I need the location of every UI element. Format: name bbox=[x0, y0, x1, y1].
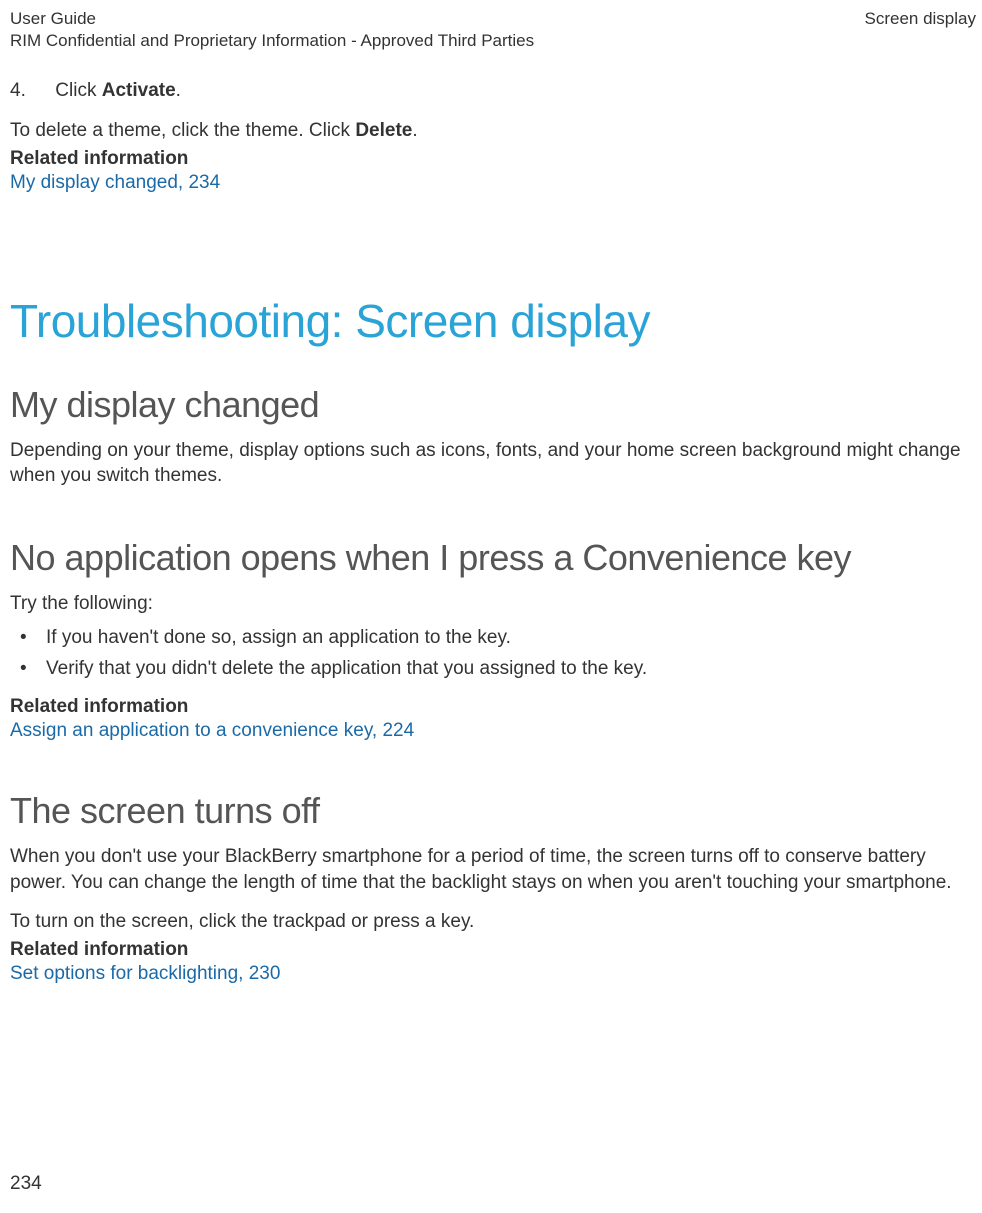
page-title: Troubleshooting: Screen display bbox=[10, 294, 976, 348]
step-text-prefix: Click bbox=[55, 80, 101, 101]
section-body-screen-off-1: When you don't use your BlackBerry smart… bbox=[10, 844, 976, 895]
delete-prefix: To delete a theme, click the theme. Clic… bbox=[10, 120, 355, 141]
step-line: 4. Click Activate. bbox=[10, 80, 976, 102]
section-body-screen-off-2: To turn on the screen, click the trackpa… bbox=[10, 909, 976, 935]
header-title: User Guide bbox=[10, 8, 534, 30]
page-number: 234 bbox=[10, 1173, 42, 1195]
delete-suffix: . bbox=[412, 120, 417, 141]
delete-bold: Delete bbox=[355, 120, 412, 141]
document-page: User Guide RIM Confidential and Propriet… bbox=[0, 0, 982, 1213]
step-number: 4. bbox=[10, 80, 50, 102]
step-text-bold: Activate bbox=[102, 80, 176, 101]
related-information-label: Related information bbox=[10, 148, 976, 170]
header-section-name: Screen display bbox=[864, 8, 976, 52]
header-subtitle: RIM Confidential and Proprietary Informa… bbox=[10, 30, 534, 52]
section-heading-screen-off: The screen turns off bbox=[10, 790, 976, 832]
related-link-backlighting[interactable]: Set options for backlighting, 230 bbox=[10, 963, 976, 985]
related-information-label: Related information bbox=[10, 939, 976, 961]
delete-instruction: To delete a theme, click the theme. Clic… bbox=[10, 118, 976, 144]
related-information-label: Related information bbox=[10, 696, 976, 718]
bullet-list-convenience-key: If you haven't done so, assign an applic… bbox=[20, 625, 976, 682]
section-body-display-changed: Depending on your theme, display options… bbox=[10, 438, 976, 489]
section-heading-convenience-key: No application opens when I press a Conv… bbox=[10, 537, 976, 579]
section-intro-convenience-key: Try the following: bbox=[10, 591, 976, 617]
step-text-suffix: . bbox=[176, 80, 181, 101]
related-link-convenience-key[interactable]: Assign an application to a convenience k… bbox=[10, 720, 976, 742]
section-heading-display-changed: My display changed bbox=[10, 384, 976, 426]
related-link-display-changed[interactable]: My display changed, 234 bbox=[10, 172, 976, 194]
list-item: If you haven't done so, assign an applic… bbox=[20, 625, 976, 651]
list-item: Verify that you didn't delete the applic… bbox=[20, 656, 976, 682]
page-header: User Guide RIM Confidential and Propriet… bbox=[10, 8, 976, 52]
header-left: User Guide RIM Confidential and Propriet… bbox=[10, 8, 534, 52]
